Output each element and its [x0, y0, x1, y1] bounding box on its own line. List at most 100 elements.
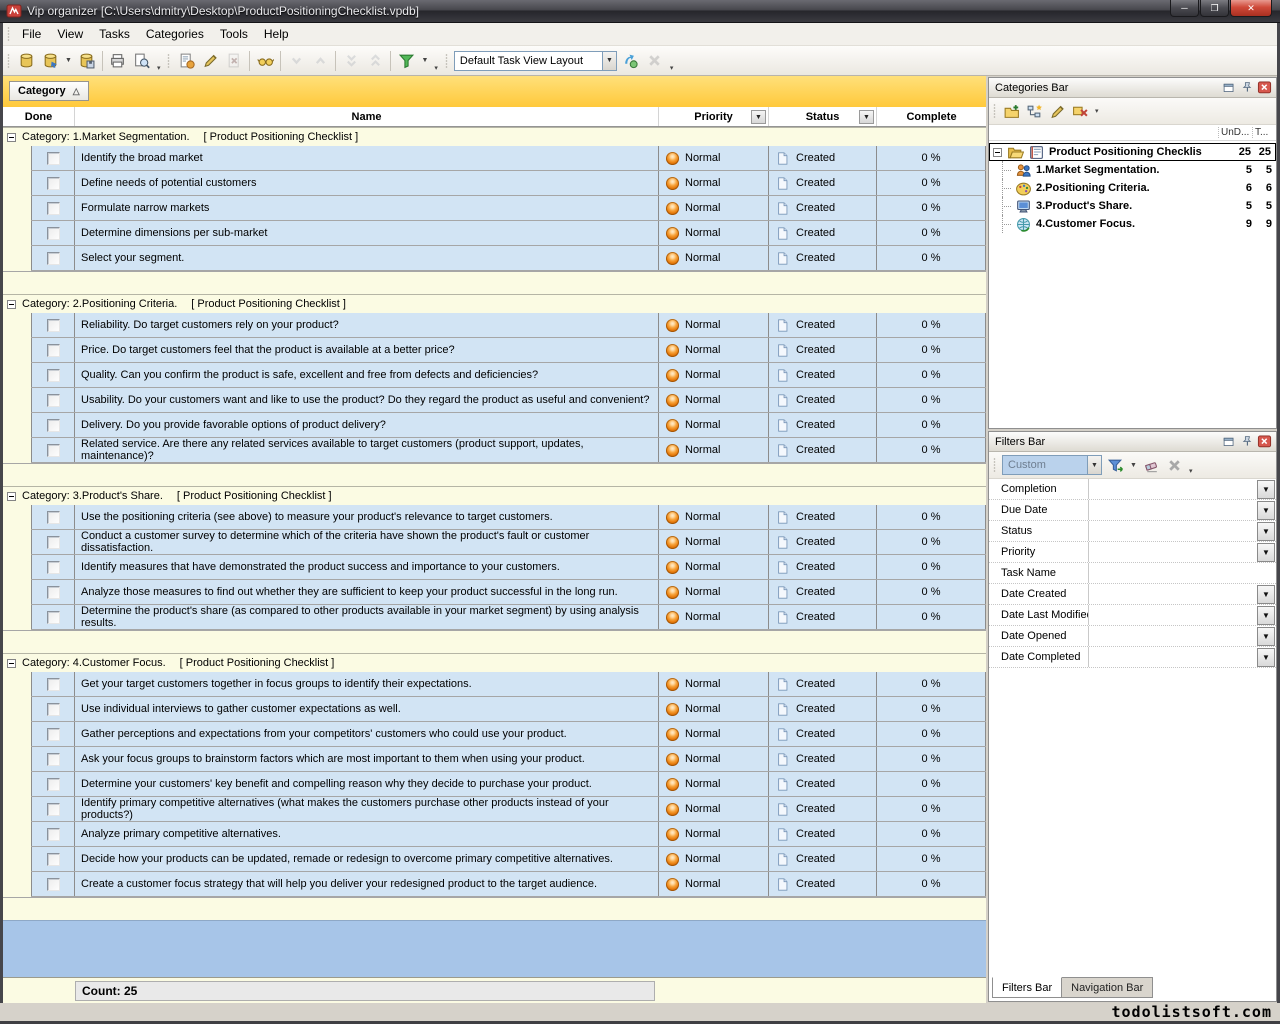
column-header-name[interactable]: Name [74, 107, 658, 126]
filter-dropdown-icon[interactable]: ▼ [1257, 585, 1275, 604]
task-view-layout-combo[interactable]: Default Task View Layout▼ [454, 51, 617, 71]
clear-filter-button[interactable] [1140, 454, 1163, 477]
dropdown-caret-icon[interactable]: ▼ [418, 57, 431, 64]
filter-button[interactable] [394, 49, 418, 73]
table-row[interactable]: Use the positioning criteria (see above)… [31, 505, 986, 530]
panel-pin-icon[interactable] [1238, 80, 1255, 95]
column-header-complete[interactable]: Complete [876, 107, 986, 126]
filter-value-field[interactable] [1089, 584, 1257, 604]
collapse-minus-icon[interactable] [7, 659, 16, 668]
filter-value-field[interactable] [1089, 605, 1257, 625]
menu-help[interactable]: Help [256, 24, 297, 44]
group-header[interactable]: Category: 2.Positioning Criteria.[ Produ… [3, 294, 986, 313]
category-tree-item[interactable]: 2.Positioning Criteria.66 [989, 179, 1276, 197]
filter-dropdown-icon[interactable]: ▼ [859, 110, 874, 124]
category-tree-item[interactable]: 4.Customer Focus.99 [989, 215, 1276, 233]
task-checkbox[interactable] [47, 828, 60, 841]
filter-dropdown-icon[interactable]: ▼ [1257, 627, 1275, 646]
panel-close-icon[interactable] [1256, 80, 1273, 95]
collapse-minus-icon[interactable] [993, 148, 1002, 157]
table-row[interactable]: Determine your customers' key benefit an… [31, 772, 986, 797]
collapse-minus-icon[interactable] [7, 300, 16, 309]
dropdown-caret-icon[interactable]: ▼ [62, 57, 75, 64]
task-checkbox[interactable] [47, 344, 60, 357]
table-row[interactable]: Quality. Can you confirm the product is … [31, 363, 986, 388]
collapse-minus-icon[interactable] [7, 133, 16, 142]
task-checkbox[interactable] [47, 611, 60, 624]
apply-layout-button[interactable] [619, 49, 643, 73]
task-checkbox[interactable] [47, 319, 60, 332]
task-checkbox[interactable] [47, 703, 60, 716]
view-tasks-button[interactable] [253, 49, 277, 73]
panel-restore-icon[interactable] [1220, 80, 1237, 95]
toolbar-overflow-icon[interactable]: ▾ [667, 64, 677, 75]
table-row[interactable]: Related service. Are there any related s… [31, 438, 986, 463]
task-checkbox[interactable] [47, 394, 60, 407]
filter-value-field[interactable] [1089, 542, 1257, 562]
task-checkbox[interactable] [47, 586, 60, 599]
filter-value-field[interactable] [1089, 500, 1257, 520]
task-checkbox[interactable] [47, 202, 60, 215]
table-row[interactable]: Analyze those measures to find out wheth… [31, 580, 986, 605]
task-checkbox[interactable] [47, 511, 60, 524]
filter-dropdown-icon[interactable]: ▼ [1257, 522, 1275, 541]
new-task-button[interactable] [174, 49, 198, 73]
open-database-button[interactable] [38, 49, 62, 73]
filter-value-field[interactable] [1089, 521, 1257, 541]
task-checkbox[interactable] [47, 444, 60, 457]
task-checkbox[interactable] [47, 152, 60, 165]
table-row[interactable]: Conduct a customer survey to determine w… [31, 530, 986, 555]
column-header-done[interactable]: Done [3, 107, 74, 126]
table-row[interactable]: Identify primary competitive alternative… [31, 797, 986, 822]
table-row[interactable]: Determine dimensions per sub-marketNorma… [31, 221, 986, 246]
filter-dropdown-icon[interactable]: ▼ [1257, 606, 1275, 625]
table-row[interactable]: Define needs of potential customersNorma… [31, 171, 986, 196]
toolbar-overflow-icon[interactable]: ▾ [431, 64, 441, 75]
toolbar-overflow-icon[interactable]: ▾ [1186, 467, 1196, 478]
tab-filters-bar[interactable]: Filters Bar [992, 977, 1062, 998]
filter-dropdown-icon[interactable]: ▼ [1257, 543, 1275, 562]
table-row[interactable]: Decide how your products can be updated,… [31, 847, 986, 872]
filter-value-field[interactable] [1089, 647, 1257, 667]
print-button[interactable] [106, 49, 130, 73]
close-icon[interactable]: ✕ [1230, 0, 1272, 17]
delete-category-button[interactable] [1069, 100, 1092, 123]
menu-view[interactable]: View [49, 24, 91, 44]
group-header[interactable]: Category: 1.Market Segmentation.[ Produc… [3, 127, 986, 146]
total-column-header[interactable]: T... [1252, 127, 1276, 138]
chevron-down-icon[interactable]: ▼ [1087, 456, 1101, 474]
edit-task-button[interactable] [198, 49, 222, 73]
group-by-category-button[interactable]: Category △ [9, 81, 89, 101]
panel-pin-icon[interactable] [1238, 434, 1255, 449]
task-checkbox[interactable] [47, 536, 60, 549]
filter-dropdown-icon[interactable]: ▼ [751, 110, 766, 124]
table-row[interactable]: Use individual interviews to gather cust… [31, 697, 986, 722]
task-checkbox[interactable] [47, 778, 60, 791]
table-row[interactable]: Ask your focus groups to brainstorm fact… [31, 747, 986, 772]
chevron-down-icon[interactable]: ▼ [602, 52, 616, 70]
table-row[interactable]: Select your segment.NormalCreated0 % [31, 246, 986, 271]
task-checkbox[interactable] [47, 803, 60, 816]
table-row[interactable]: Get your target customers together in fo… [31, 672, 986, 697]
menu-tasks[interactable]: Tasks [91, 24, 138, 44]
table-row[interactable]: Create a customer focus strategy that wi… [31, 872, 986, 897]
task-checkbox[interactable] [47, 678, 60, 691]
filter-dropdown-icon[interactable]: ▼ [1257, 480, 1275, 499]
table-row[interactable]: Delivery. Do you provide favorable optio… [31, 413, 986, 438]
add-category-button[interactable] [1000, 100, 1023, 123]
table-row[interactable]: Identify the broad marketNormalCreated0 … [31, 146, 986, 171]
edit-category-button[interactable] [1046, 100, 1069, 123]
task-checkbox[interactable] [47, 177, 60, 190]
menu-categories[interactable]: Categories [138, 24, 212, 44]
task-checkbox[interactable] [47, 853, 60, 866]
apply-filter-button[interactable] [1104, 454, 1127, 477]
filter-dropdown-icon[interactable]: ▼ [1257, 501, 1275, 520]
filter-value-field[interactable] [1089, 563, 1276, 583]
group-header[interactable]: Category: 3.Product's Share.[ Product Po… [3, 486, 986, 505]
filter-dropdown-icon[interactable]: ▼ [1257, 648, 1275, 667]
task-checkbox[interactable] [47, 728, 60, 741]
category-tree-root[interactable]: Product Positioning Checklis2525 [989, 143, 1276, 161]
add-subcategory-button[interactable] [1023, 100, 1046, 123]
table-row[interactable]: Formulate narrow marketsNormalCreated0 % [31, 196, 986, 221]
table-row[interactable]: Reliability. Do target customers rely on… [31, 313, 986, 338]
